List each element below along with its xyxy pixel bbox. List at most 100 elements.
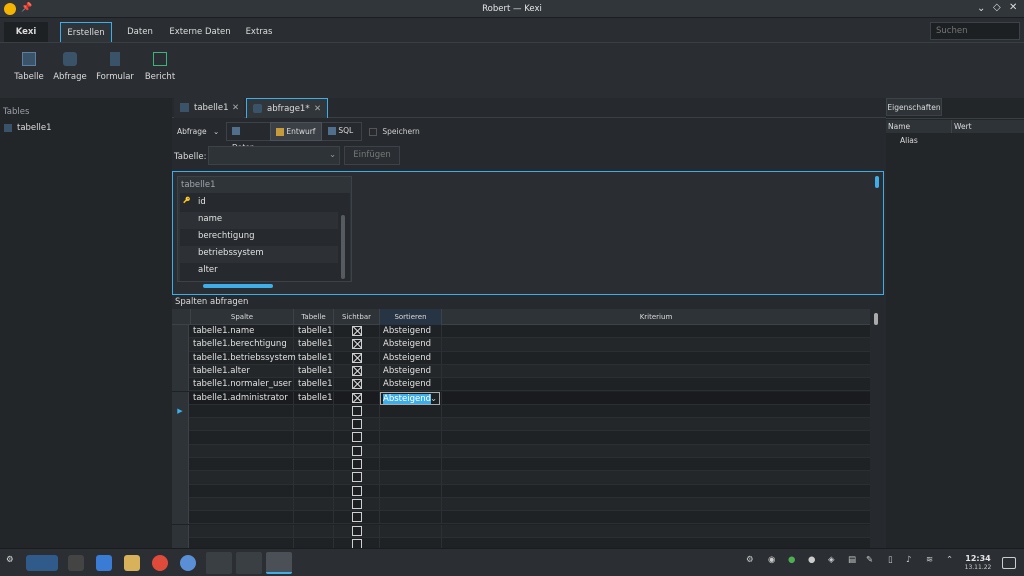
field-item[interactable]: id bbox=[198, 196, 206, 209]
close-icon[interactable]: ✕ bbox=[1009, 2, 1017, 13]
field-item[interactable]: alter bbox=[198, 264, 218, 277]
prop-alias[interactable]: Alias bbox=[900, 136, 918, 145]
cell-tabelle[interactable]: tabelle1 bbox=[298, 392, 333, 405]
visible-checkbox[interactable] bbox=[352, 339, 362, 350]
steam-icon[interactable]: ◉ bbox=[768, 555, 784, 571]
cell-tabelle[interactable]: tabelle1 bbox=[298, 365, 333, 378]
table-row[interactable]: tabelle1.berechtigung tabelle1 Absteigend bbox=[172, 338, 870, 352]
cell-sortieren[interactable]: Absteigend bbox=[383, 378, 431, 391]
cell-spalte[interactable]: tabelle1.alter bbox=[193, 365, 250, 378]
visible-checkbox[interactable] bbox=[352, 498, 362, 509]
wifi-icon[interactable]: ≋ bbox=[926, 555, 942, 571]
table-row[interactable]: tabelle1.alter tabelle1 Absteigend bbox=[172, 364, 870, 379]
visible-checkbox[interactable] bbox=[352, 365, 362, 376]
row-handle[interactable] bbox=[172, 497, 189, 512]
row-handle[interactable] bbox=[172, 471, 189, 485]
visible-checkbox[interactable] bbox=[352, 525, 362, 536]
properties-tab[interactable]: Eigenschaften bbox=[886, 98, 942, 116]
table-row[interactable] bbox=[172, 511, 870, 525]
table-row[interactable]: tabelle1.name tabelle1 Absteigend bbox=[172, 325, 870, 339]
visible-checkbox[interactable] bbox=[352, 472, 362, 483]
row-handle[interactable] bbox=[172, 524, 189, 538]
col-header-spalte[interactable]: Spalte bbox=[190, 309, 293, 325]
chrome-window-task[interactable] bbox=[206, 552, 232, 574]
close-tab-icon[interactable]: ✕ bbox=[232, 98, 239, 118]
visible-checkbox[interactable] bbox=[352, 459, 362, 469]
visible-checkbox[interactable] bbox=[352, 485, 362, 496]
row-handle[interactable] bbox=[172, 351, 189, 365]
visible-checkbox[interactable] bbox=[352, 405, 362, 416]
chevron-up-icon[interactable]: ⌃ bbox=[946, 555, 962, 571]
cell-tabelle[interactable]: tabelle1 bbox=[298, 325, 333, 338]
row-handle[interactable] bbox=[172, 378, 189, 392]
tray-icon[interactable]: ⚙ bbox=[746, 555, 762, 571]
table-row[interactable] bbox=[172, 524, 870, 538]
file-manager-icon[interactable] bbox=[96, 555, 112, 571]
row-handle[interactable] bbox=[172, 338, 189, 352]
tab-extras[interactable]: Extras bbox=[238, 22, 280, 42]
relations-area[interactable]: tabelle1 🔑 id name berechtigung betriebs… bbox=[172, 171, 884, 295]
horizontal-scrollbar[interactable] bbox=[203, 284, 273, 288]
volume-icon[interactable]: ♪ bbox=[906, 555, 922, 571]
visible-checkbox[interactable] bbox=[352, 512, 362, 523]
table-row[interactable] bbox=[172, 471, 870, 485]
ghost-icon[interactable]: ● bbox=[788, 555, 804, 571]
minimize-icon[interactable]: ⌄ bbox=[977, 3, 985, 14]
table-combobox[interactable]: ⌄ bbox=[208, 146, 340, 165]
col-header-sichtbar[interactable]: Sichtbar bbox=[333, 309, 379, 325]
cell-spalte[interactable]: tabelle1.normaler_user bbox=[193, 378, 292, 391]
tab-erstellen[interactable]: Erstellen bbox=[60, 22, 112, 42]
tab-daten[interactable]: Daten bbox=[118, 22, 162, 42]
table-box[interactable]: tabelle1 🔑 id name berechtigung betriebs… bbox=[177, 176, 352, 282]
clipboard-icon[interactable]: ▤ bbox=[848, 555, 864, 571]
row-handle[interactable] bbox=[172, 391, 189, 405]
kexi-window-task[interactable] bbox=[236, 552, 262, 574]
col-header-tabelle[interactable]: Tabelle bbox=[293, 309, 333, 325]
table-row[interactable]: tabelle1.normaler_user tabelle1 Absteigend bbox=[172, 378, 870, 392]
visible-checkbox[interactable] bbox=[352, 326, 362, 336]
row-handle[interactable] bbox=[172, 431, 189, 445]
row-handle[interactable] bbox=[172, 458, 189, 472]
cell-spalte[interactable]: tabelle1.name bbox=[193, 325, 254, 338]
cell-tabelle[interactable]: tabelle1 bbox=[298, 352, 333, 365]
visible-checkbox[interactable] bbox=[352, 392, 362, 403]
doc-tab-tabelle1[interactable]: tabelle1 ✕ bbox=[174, 98, 244, 118]
cell-sortieren[interactable]: Absteigend bbox=[383, 352, 431, 365]
query-menu-button[interactable]: Abfrage ⌄ bbox=[177, 125, 219, 139]
chat-icon[interactable] bbox=[180, 555, 196, 571]
pager-icon[interactable] bbox=[26, 555, 58, 571]
mode-daten-button[interactable]: Daten bbox=[227, 122, 270, 152]
cell-spalte[interactable]: tabelle1.betriebssystem bbox=[193, 352, 296, 365]
field-item[interactable]: berechtigung bbox=[198, 230, 254, 243]
cell-sortieren[interactable]: Absteigend bbox=[383, 338, 431, 351]
row-handle[interactable] bbox=[172, 484, 189, 498]
cell-sortieren[interactable]: Absteigend bbox=[383, 325, 431, 338]
table-row[interactable] bbox=[172, 431, 870, 445]
row-handle[interactable] bbox=[172, 511, 189, 525]
grid-scrollbar[interactable] bbox=[874, 313, 878, 325]
insert-button[interactable]: Einfügen bbox=[344, 146, 400, 165]
field-list-scrollbar[interactable] bbox=[341, 215, 345, 279]
save-button[interactable]: Speichern bbox=[369, 125, 420, 139]
cell-tabelle[interactable]: tabelle1 bbox=[298, 378, 333, 391]
nav-item-tabelle1[interactable]: tabelle1 bbox=[3, 122, 163, 135]
doc-tab-abfrage1[interactable]: abfrage1* ✕ bbox=[246, 98, 328, 118]
terminal-icon[interactable] bbox=[68, 555, 84, 571]
field-item[interactable]: name bbox=[198, 213, 222, 226]
row-handle[interactable] bbox=[172, 325, 189, 339]
col-header-sortieren[interactable]: Sortieren bbox=[379, 309, 441, 325]
cell-tabelle[interactable]: tabelle1 bbox=[298, 338, 333, 351]
clock-time[interactable]: 12:34 bbox=[962, 554, 994, 563]
row-handle[interactable]: ▶ bbox=[172, 404, 189, 419]
field-item[interactable]: betriebssystem bbox=[198, 247, 264, 260]
table-row[interactable]: tabelle1.betriebssystem tabelle1 Absteigen… bbox=[172, 351, 870, 365]
sort-combobox[interactable]: Absteigend ⌄ bbox=[380, 391, 440, 405]
row-handle[interactable] bbox=[172, 444, 189, 458]
notes-icon[interactable] bbox=[124, 555, 140, 571]
vertical-scrollbar[interactable] bbox=[875, 176, 879, 188]
cell-sortieren[interactable]: Absteigend bbox=[383, 365, 431, 378]
table-row[interactable] bbox=[172, 484, 870, 498]
table-row[interactable] bbox=[172, 418, 870, 432]
active-window-task[interactable] bbox=[266, 552, 292, 574]
visible-checkbox[interactable] bbox=[352, 419, 362, 430]
